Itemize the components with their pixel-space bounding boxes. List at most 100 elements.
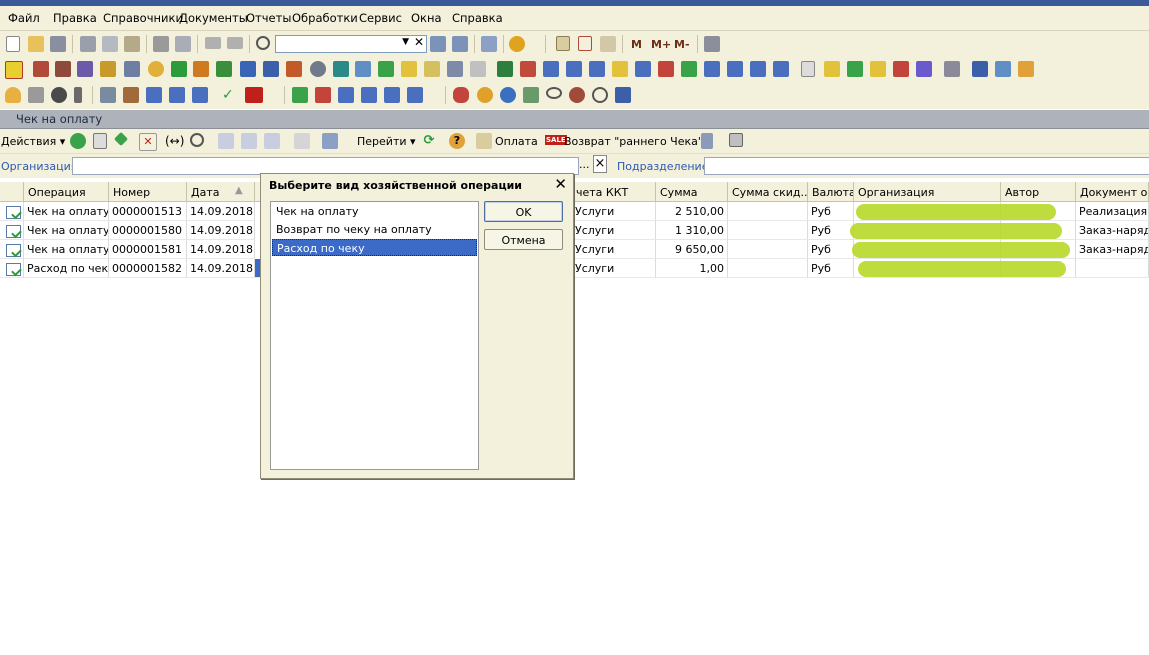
filter-icon[interactable] — [218, 133, 234, 149]
close-icon[interactable]: ✕ — [554, 175, 567, 193]
dollar-icon[interactable] — [171, 61, 187, 77]
monitor-icon[interactable] — [333, 61, 349, 77]
organization-clear-button[interactable]: × — [593, 155, 607, 173]
add-icon[interactable] — [70, 133, 86, 149]
table-row[interactable] — [0, 240, 24, 259]
check-icon[interactable]: ✓ — [222, 87, 238, 103]
hierarchy-icon[interactable] — [286, 61, 302, 77]
cell-currency[interactable]: Руб — [808, 240, 854, 259]
cell-discount[interactable] — [728, 240, 808, 259]
book-icon[interactable] — [972, 61, 988, 77]
clock-icon[interactable] — [592, 87, 608, 103]
services-icon[interactable] — [100, 61, 116, 77]
move-icon[interactable] — [824, 61, 840, 77]
find-prev-icon[interactable] — [452, 36, 468, 52]
cell-currency[interactable]: Руб — [808, 259, 854, 278]
actions-menu-button[interactable]: Действия ▾ — [1, 135, 65, 148]
menu-documents[interactable]: Документы — [179, 11, 248, 25]
menu-edit[interactable]: Правка — [53, 11, 97, 25]
filter-current-icon[interactable] — [241, 133, 257, 149]
report-icon[interactable] — [801, 61, 815, 77]
doc-list-icon[interactable] — [355, 61, 371, 77]
print-preview-icon[interactable] — [175, 36, 191, 52]
cell-discount[interactable] — [728, 202, 808, 221]
table-row[interactable] — [0, 221, 24, 240]
help-icon[interactable]: ? — [449, 133, 465, 149]
column-header-kkt[interactable]: чета ККТ — [572, 182, 656, 202]
arrows-icon[interactable] — [658, 61, 674, 77]
table-row[interactable] — [0, 259, 24, 278]
waybill-remove-icon[interactable] — [750, 61, 766, 77]
search-icon[interactable] — [256, 36, 270, 50]
palette-icon[interactable] — [477, 87, 493, 103]
catalog-icon[interactable] — [5, 61, 23, 79]
cell-discount[interactable] — [728, 221, 808, 240]
clipboard-icon[interactable] — [600, 36, 616, 52]
close-icon[interactable]: ✕ — [414, 35, 424, 49]
paste-icon[interactable] — [124, 36, 140, 52]
redo-icon[interactable] — [227, 37, 243, 49]
tool2-icon[interactable] — [447, 61, 463, 77]
cancel-button[interactable]: Отмена — [484, 229, 563, 250]
cell-base-doc[interactable]: Реализация т — [1076, 202, 1149, 221]
waybill4-icon[interactable] — [384, 87, 400, 103]
bar-chart-icon[interactable] — [847, 61, 863, 77]
memory-button[interactable]: M — [631, 38, 642, 51]
card-icon[interactable] — [995, 61, 1011, 77]
account-icon[interactable] — [704, 61, 720, 77]
doc-edit-icon[interactable] — [401, 61, 417, 77]
structure-icon[interactable] — [701, 133, 713, 149]
chart-icon[interactable] — [424, 61, 440, 77]
speed-icon[interactable] — [569, 87, 585, 103]
tools-icon[interactable] — [124, 61, 140, 77]
pko-icon[interactable] — [566, 61, 582, 77]
cell-sum[interactable]: 2 510,00 — [656, 202, 728, 221]
cell-number[interactable]: 0000001580 — [109, 221, 187, 240]
cell-base-doc[interactable]: Заказ-наряд 0 — [1076, 221, 1149, 240]
bell-icon[interactable] — [5, 87, 21, 103]
people-icon[interactable] — [240, 61, 256, 77]
hammer-icon[interactable] — [123, 87, 139, 103]
arrow-swap-icon[interactable] — [315, 87, 331, 103]
range-icon[interactable]: (↔) — [165, 134, 184, 148]
column-header-operation[interactable]: Операция — [24, 182, 109, 202]
arrow-up-icon[interactable] — [292, 87, 308, 103]
list-icon[interactable] — [470, 61, 486, 77]
transfer-icon[interactable] — [520, 61, 536, 77]
menu-help[interactable]: Справка — [452, 11, 503, 25]
department-input[interactable] — [704, 157, 1149, 175]
cell-kkt[interactable]: Услуги — [572, 259, 656, 278]
operation-type-list[interactable]: Чек на оплату Возврат по чеку на оплату … — [270, 201, 479, 470]
cell-base-doc[interactable]: Заказ-наряд 0 — [1076, 240, 1149, 259]
users-icon[interactable] — [1018, 61, 1034, 77]
return-early-check-button[interactable]: Возврат "раннего Чека" — [564, 135, 703, 148]
menu-catalogs[interactable]: Справочники — [103, 11, 183, 25]
memory-add-button[interactable]: M+ — [651, 38, 671, 51]
menu-windows[interactable]: Окна — [411, 11, 442, 25]
copy-icon[interactable] — [102, 36, 118, 52]
open-folder-icon[interactable] — [28, 36, 44, 52]
settings-icon[interactable] — [704, 36, 720, 52]
delete-icon[interactable]: ✕ — [139, 133, 157, 151]
edit-icon[interactable] — [113, 131, 129, 147]
user-icon[interactable] — [148, 61, 164, 77]
column-header-discount[interactable]: Сумма скид... — [728, 182, 808, 202]
goods-icon[interactable] — [77, 61, 93, 77]
cell-number[interactable]: 0000001581 — [109, 240, 187, 259]
list-item[interactable]: Чек на оплату — [272, 203, 477, 220]
cell-operation[interactable]: Расход по чеку — [24, 259, 109, 278]
calendar-icon[interactable] — [578, 36, 592, 51]
filter-history-icon[interactable] — [264, 133, 280, 149]
company-icon[interactable] — [33, 61, 49, 77]
print-icon[interactable] — [153, 36, 169, 52]
waybill-plus-icon[interactable] — [192, 87, 208, 103]
waybill-add-icon[interactable] — [727, 61, 743, 77]
save-icon[interactable] — [50, 36, 66, 52]
search-combo[interactable]: ▼ ✕ — [275, 35, 427, 53]
cell-date[interactable]: 14.09.2018 — [187, 202, 255, 221]
wrench-icon[interactable] — [100, 87, 116, 103]
column-header-date[interactable]: Дата ▲ — [187, 182, 255, 202]
cell-kkt[interactable]: Услуги — [572, 240, 656, 259]
waybill5-icon[interactable] — [407, 87, 423, 103]
list-item[interactable]: Возврат по чеку на оплату — [272, 221, 477, 238]
